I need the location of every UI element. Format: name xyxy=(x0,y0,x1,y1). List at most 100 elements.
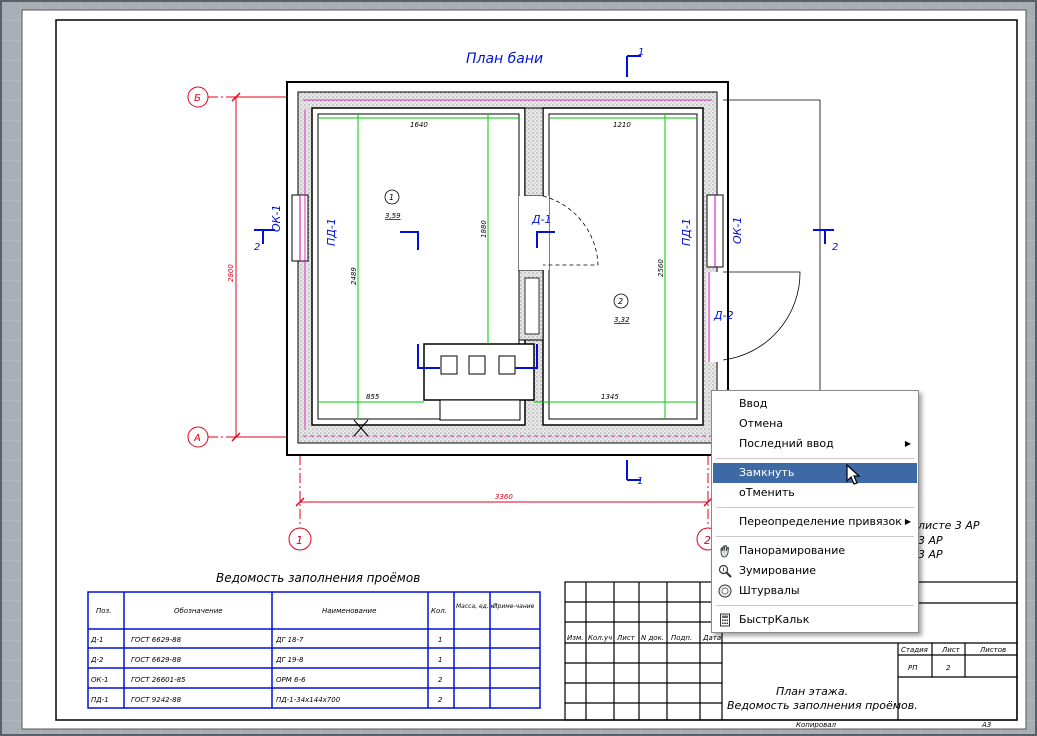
label-pd1-right: ПД-1 xyxy=(680,218,693,246)
schedule-cell: ГОСТ 26601-85 xyxy=(131,676,186,684)
submenu-arrow-icon: ▶ xyxy=(904,517,911,526)
menu-item-cancel[interactable]: Отмена xyxy=(713,414,917,434)
tb-sheets-header: Листов xyxy=(979,646,1006,654)
section-1-top: 1 xyxy=(638,47,644,58)
section-2-right: 2 xyxy=(832,242,838,253)
schedule-cell: Д-2 xyxy=(90,656,104,664)
tb-sheet-header: Лист xyxy=(941,646,961,654)
label-ok1-left: ОК-1 xyxy=(270,205,283,232)
schedule-header-mass: Масса, ед. кг xyxy=(456,603,498,610)
schedule-header-name: Наименование xyxy=(322,607,376,615)
steering-wheel-icon xyxy=(718,584,732,598)
room2-number: 2 xyxy=(618,297,623,306)
sheet-ref-2: 3 АР xyxy=(918,534,943,547)
tb-col-izm: Изм. xyxy=(567,634,583,642)
menu-item-label: БыстрКальк xyxy=(739,613,810,626)
dim-2800: 2800 xyxy=(227,264,235,282)
tb-col-ndok: N док. xyxy=(641,634,664,642)
axis-label-2: 2 xyxy=(704,534,711,547)
calculator-icon xyxy=(720,613,730,627)
schedule-cell: ГОСТ 9242-88 xyxy=(131,696,182,704)
tb-col-koluch: Кол.уч xyxy=(588,634,612,642)
menu-item-snap-override[interactable]: Переопределение привязок ▶ xyxy=(713,512,917,532)
submenu-arrow-icon: ▶ xyxy=(904,439,911,448)
menu-item-close[interactable]: Замкнуть xyxy=(713,463,917,483)
tb-name-line2: Ведомость заполнения проёмов. xyxy=(727,699,918,712)
pan-hand-icon xyxy=(720,545,729,558)
schedule-cell: ДГ 19-8 xyxy=(275,656,304,664)
mouse-cursor-icon xyxy=(846,464,861,485)
dim-2560: 2560 xyxy=(657,259,665,277)
tb-format: А3 xyxy=(981,721,991,729)
label-d2: Д-2 xyxy=(713,309,734,322)
schedule-cell: ОК-1 xyxy=(91,676,108,684)
tb-stage-header: Стадия xyxy=(901,646,928,654)
menu-separator xyxy=(716,536,914,537)
menu-item-zoom[interactable]: Зумирование xyxy=(713,561,917,581)
schedule-title: Ведомость заполнения проёмов xyxy=(216,571,420,585)
schedule-cell: 1 xyxy=(438,656,442,664)
schedule-cell: 2 xyxy=(438,676,443,684)
label-pd1-left: ПД-1 xyxy=(325,218,338,246)
menu-item-last-input[interactable]: Последний ввод ▶ xyxy=(713,434,917,454)
schedule-cell: ОРМ 6-6 xyxy=(276,676,306,684)
menu-item-quickcalc[interactable]: БыстрКальк xyxy=(713,610,917,630)
schedule-header-note: Приме-чание xyxy=(493,603,535,610)
dim-2489: 2489 xyxy=(350,267,358,285)
schedule-cell: ДГ 18-7 xyxy=(275,636,304,644)
room1-area: 3,59 xyxy=(385,212,401,220)
zoom-magnifier-icon xyxy=(718,564,732,578)
schedule-cell: 1 xyxy=(438,636,442,644)
axis-label-b: Б xyxy=(194,93,201,104)
context-menu: Ввод Отмена Последний ввод ▶ Замкнуть оТм… xyxy=(711,390,919,633)
menu-item-label: Отмена xyxy=(739,417,784,430)
menu-item-label: Переопределение привязок xyxy=(739,515,902,528)
tb-sheet: 2 xyxy=(946,664,951,672)
menu-separator xyxy=(716,507,914,508)
schedule-cell: Д-1 xyxy=(90,636,103,644)
tb-stage: РП xyxy=(908,664,918,672)
drawing-title: План бани xyxy=(466,51,543,67)
menu-item-label: Штурвалы xyxy=(739,584,800,597)
dim-1880: 1880 xyxy=(480,220,488,238)
axis-label-1: 1 xyxy=(296,534,303,547)
menu-item-label: Замкнуть xyxy=(739,466,795,479)
schedule-header-qty: Кол. xyxy=(431,607,447,615)
tb-copied: Копировал xyxy=(796,721,837,729)
sheet-ref-1: листе 3 АР xyxy=(917,519,980,532)
menu-item-pan[interactable]: Панорамирование xyxy=(713,541,917,561)
section-2-left: 2 xyxy=(254,242,260,253)
schedule-cell: ГОСТ 6629-88 xyxy=(131,636,182,644)
menu-item-label: Зумирование xyxy=(739,564,817,577)
menu-item-label: Панорамирование xyxy=(739,544,846,557)
room1-number: 1 xyxy=(389,193,394,202)
dim-855: 855 xyxy=(366,393,380,401)
schedule-header-pos: Поз. xyxy=(96,607,112,615)
dim-1640: 1640 xyxy=(410,121,428,129)
sheet-ref-3: 3 АР xyxy=(918,548,943,561)
schedule-cell: ГОСТ 6629-88 xyxy=(131,656,182,664)
menu-item-steering-wheels[interactable]: Штурвалы xyxy=(713,581,917,601)
label-d1: Д-1 xyxy=(531,213,552,226)
axis-label-a: А xyxy=(193,433,201,444)
tb-col-podp: Подп. xyxy=(671,634,692,642)
dim-3360: 3360 xyxy=(495,493,513,501)
menu-item-undo[interactable]: оТменить xyxy=(713,483,917,503)
schedule-header-designation: Обозначение xyxy=(174,607,223,615)
label-ok1-right: ОК-1 xyxy=(731,217,744,244)
menu-item-enter[interactable]: Ввод xyxy=(713,394,917,414)
menu-item-label: Ввод xyxy=(739,397,768,410)
schedule-cell: ПД-1-34х144х700 xyxy=(276,696,341,704)
menu-separator xyxy=(716,458,914,459)
tb-name-line1: План этажа. xyxy=(776,685,848,698)
tb-col-data: Дата xyxy=(702,634,721,642)
menu-item-label: Последний ввод xyxy=(739,437,834,450)
schedule-cell: 2 xyxy=(438,696,443,704)
dim-1345: 1345 xyxy=(601,393,619,401)
menu-separator xyxy=(716,605,914,606)
schedule-cell: ПД-1 xyxy=(91,696,109,704)
dim-1210: 1210 xyxy=(613,121,631,129)
room2-area: 3,32 xyxy=(614,316,630,324)
menu-item-label: оТменить xyxy=(739,486,795,499)
tb-col-list: Лист xyxy=(616,634,636,642)
